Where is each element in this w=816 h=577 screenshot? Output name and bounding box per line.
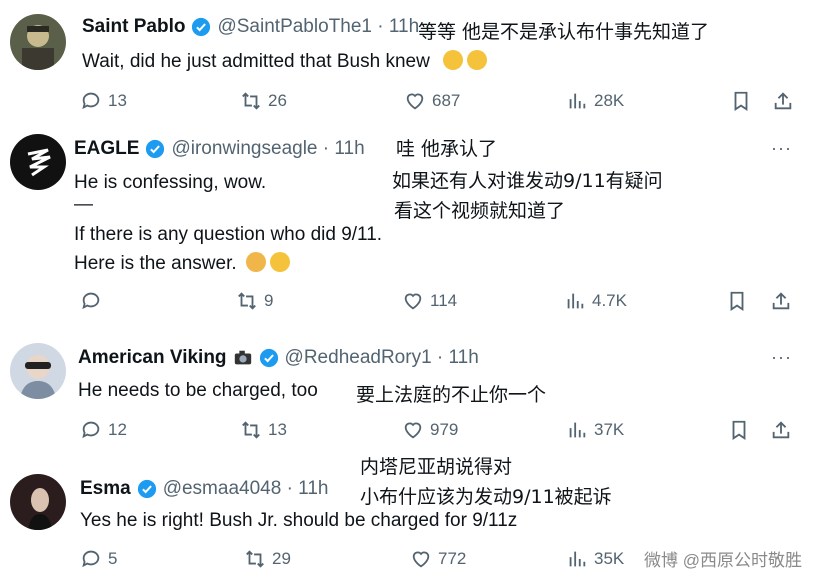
views-icon xyxy=(569,422,586,438)
verified-badge-icon xyxy=(259,348,279,368)
heart-icon xyxy=(412,551,430,568)
chinese-annotation: 哇 他承认了 xyxy=(396,138,498,160)
camera-emoji-icon xyxy=(233,348,253,368)
bookmark-icon xyxy=(732,420,746,440)
avatar[interactable] xyxy=(10,474,66,530)
avatar[interactable] xyxy=(10,134,66,190)
retweet-button[interactable]: 29 xyxy=(244,548,291,570)
author-handle[interactable]: @RedheadRory1 · 11h xyxy=(285,347,479,369)
reply-button[interactable]: 5 xyxy=(80,548,117,570)
like-button[interactable]: 772 xyxy=(410,548,466,570)
share-button[interactable] xyxy=(770,419,792,441)
author-name[interactable]: EAGLE xyxy=(74,138,139,160)
verified-badge-icon xyxy=(191,17,211,37)
retweet-icon xyxy=(242,421,260,439)
reply-icon xyxy=(82,421,100,439)
retweet-button[interactable]: 13 xyxy=(240,419,287,441)
reply-icon xyxy=(82,292,100,310)
tweet[interactable]: Saint Pablo @SaintPabloThe1 · 11h 等等 他是不… xyxy=(0,0,816,130)
weibo-watermark: 微博 @西原公时敬胜 xyxy=(644,551,802,570)
like-button[interactable]: 979 xyxy=(402,419,458,441)
laughing-tears-emoji-icon xyxy=(269,252,290,272)
views-button[interactable]: 28K xyxy=(566,90,624,112)
bookmark-icon xyxy=(734,91,748,111)
tweet[interactable]: American Viking @RedheadRory1 · 11h ··· … xyxy=(0,335,816,455)
share-button[interactable] xyxy=(770,290,792,312)
author-handle[interactable]: @esmaa4048 · 11h xyxy=(163,478,329,500)
reply-icon xyxy=(82,550,100,568)
person-facepalming-emoji-icon xyxy=(245,252,266,272)
views-icon xyxy=(567,293,584,309)
chinese-annotation: 要上法庭的不止你一个 xyxy=(356,384,547,406)
retweet-button[interactable]: 9 xyxy=(236,290,273,312)
reply-button[interactable]: 12 xyxy=(80,419,127,441)
author-name[interactable]: Saint Pablo xyxy=(82,16,185,38)
retweet-icon xyxy=(242,92,260,110)
chinese-annotation: 等等 他是不是承认布什事先知道了 xyxy=(418,21,710,43)
tweet-text: If there is any question who did 9/11. xyxy=(74,224,383,245)
chinese-annotation: 小布什应该为发动9/11被起诉 xyxy=(360,486,612,508)
tweet-text: He is confessing, wow. xyxy=(74,172,267,193)
tweet[interactable]: EAGLE @ironwingseagle · 11h ··· 哇 他承认了 如… xyxy=(0,130,816,335)
bookmark-button[interactable] xyxy=(726,290,748,312)
retweet-icon xyxy=(238,292,256,310)
views-button[interactable]: 35K xyxy=(566,548,624,570)
chinese-annotation: 内塔尼亚胡说得对 xyxy=(360,456,513,478)
author-handle[interactable]: @SaintPabloThe1 · 11h xyxy=(217,16,419,38)
heart-icon xyxy=(404,422,422,439)
share-icon xyxy=(772,421,790,439)
avatar[interactable] xyxy=(10,343,66,399)
reply-button[interactable]: 13 xyxy=(80,90,127,112)
chinese-annotation: 如果还有人对谁发动9/11有疑问 xyxy=(392,170,663,192)
retweet-button[interactable]: 26 xyxy=(240,90,287,112)
tweet-text: Wait, did he just admitted that Bush kne… xyxy=(82,50,488,73)
tweet-text: Here is the answer. xyxy=(74,252,290,275)
share-button[interactable] xyxy=(772,90,794,112)
heart-icon xyxy=(404,293,422,310)
like-button[interactable]: 114 xyxy=(402,290,457,312)
like-button[interactable]: 687 xyxy=(404,90,460,112)
more-options-icon[interactable]: ··· xyxy=(771,347,792,368)
bookmark-icon xyxy=(730,291,744,311)
reply-icon xyxy=(82,92,100,110)
tweet-text: — xyxy=(74,194,93,215)
author-name[interactable]: Esma xyxy=(80,478,131,500)
verified-badge-icon xyxy=(137,479,157,499)
tweet-text: He needs to be charged, too xyxy=(78,380,318,401)
heart-icon xyxy=(406,93,424,110)
bookmark-button[interactable] xyxy=(730,90,752,112)
bookmark-button[interactable] xyxy=(728,419,750,441)
exploding-head-emoji-icon xyxy=(443,50,464,70)
share-icon xyxy=(774,92,792,110)
chinese-annotation: 看这个视频就知道了 xyxy=(394,200,566,222)
more-options-icon[interactable]: ··· xyxy=(771,138,792,159)
reply-button[interactable] xyxy=(80,290,108,312)
share-icon xyxy=(772,292,790,310)
views-button[interactable]: 4.7K xyxy=(564,290,627,312)
author-handle[interactable]: @ironwingseagle · 11h xyxy=(171,138,364,160)
verified-badge-icon xyxy=(145,139,165,159)
views-icon xyxy=(569,93,586,109)
avatar[interactable] xyxy=(10,14,66,70)
retweet-icon xyxy=(246,550,264,568)
exploding-head-emoji-icon xyxy=(467,50,488,70)
tweet-text: Yes he is right! Bush Jr. should be char… xyxy=(80,510,518,531)
author-name[interactable]: American Viking xyxy=(78,347,227,369)
views-icon xyxy=(569,551,586,567)
views-button[interactable]: 37K xyxy=(566,419,624,441)
